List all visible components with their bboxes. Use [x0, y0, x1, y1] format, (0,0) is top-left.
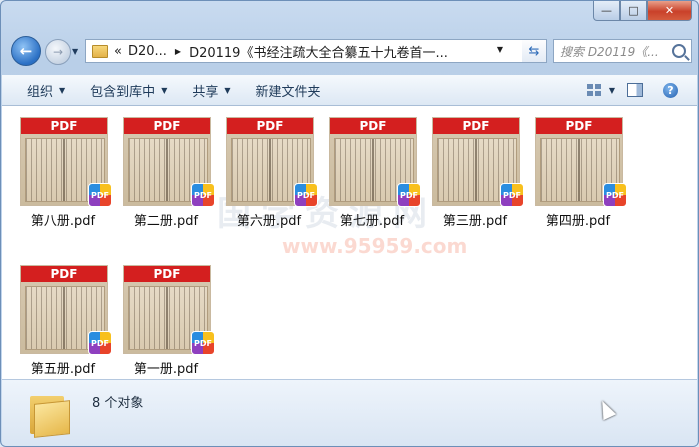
thumb-label: PDF	[330, 118, 416, 134]
address-bar[interactable]: « D20... ▶ D20119《书经注疏大全合纂五十九卷首一... ▼	[85, 39, 524, 63]
search-input[interactable]: 搜索 D20119《...	[560, 43, 668, 60]
chevron-right-icon[interactable]: ▶	[175, 47, 181, 56]
file-name: 第八册.pdf	[30, 214, 96, 229]
details-pane: 8 个对象	[2, 379, 697, 446]
pdf-app-icon: PDF	[88, 331, 112, 355]
include-in-library-menu[interactable]: 包含到库中 ▼	[90, 81, 167, 100]
file-item[interactable]: PDF PDF 第七册.pdf	[327, 115, 421, 237]
pdf-app-icon: PDF	[191, 183, 215, 207]
pdf-app-icon: PDF	[397, 183, 421, 207]
file-item[interactable]: PDF PDF 第一册.pdf	[121, 263, 215, 379]
toolbar-right: ▼ ?	[586, 75, 697, 105]
chevron-down-icon: ▼	[59, 85, 66, 95]
chevron-down-icon: ▼	[161, 85, 168, 95]
breadcrumb-current[interactable]: D20119《书经注疏大全合纂五十九卷首一...	[189, 42, 448, 61]
recent-pages-button[interactable]: ▼	[72, 47, 78, 56]
refresh-button[interactable]: ⇆	[522, 39, 547, 63]
thumb-label: PDF	[21, 118, 107, 134]
share-label: 共享	[192, 84, 219, 100]
close-button[interactable]: ✕	[647, 1, 692, 21]
pdf-app-icon: PDF	[603, 183, 627, 207]
include-in-library-label: 包含到库中	[90, 84, 156, 100]
folder-icon	[92, 44, 108, 58]
item-count: 8 个对象	[92, 396, 144, 411]
chevron-down-icon: ▼	[224, 85, 231, 95]
folder-icon	[30, 392, 70, 438]
breadcrumb-parent[interactable]: D20...	[128, 44, 167, 59]
explorer-window: — □ ✕ ← → ▼ « D20... ▶ D20119《书经注疏大全合纂五十…	[0, 0, 699, 447]
new-folder-label: 新建文件夹	[255, 84, 321, 100]
refresh-icon: ⇆	[528, 43, 540, 59]
minimize-button[interactable]: —	[593, 1, 620, 21]
organize-label: 组织	[27, 84, 54, 100]
organize-menu[interactable]: 组织 ▼	[27, 81, 65, 100]
pdf-app-icon: PDF	[88, 183, 112, 207]
chevron-down-icon[interactable]: ▼	[609, 86, 615, 95]
file-item[interactable]: PDF PDF 第六册.pdf	[224, 115, 318, 237]
file-name: 第七册.pdf	[339, 214, 405, 229]
arrow-right-icon: →	[52, 45, 64, 59]
help-icon[interactable]: ?	[663, 82, 678, 98]
maximize-button[interactable]: □	[620, 1, 647, 21]
file-item[interactable]: PDF PDF 第八册.pdf	[18, 115, 112, 237]
thumb-label: PDF	[433, 118, 519, 134]
file-name: 第四册.pdf	[545, 214, 611, 229]
search-icon[interactable]	[672, 44, 686, 58]
file-item[interactable]: PDF PDF 第三册.pdf	[430, 115, 524, 237]
pdf-app-icon: PDF	[191, 331, 215, 355]
caption-buttons: — □ ✕	[593, 1, 692, 21]
file-name: 第二册.pdf	[133, 214, 199, 229]
thumb-label: PDF	[124, 266, 210, 282]
address-dropdown-icon[interactable]: ▼	[497, 45, 503, 54]
share-menu[interactable]: 共享 ▼	[192, 81, 230, 100]
pdf-app-icon: PDF	[294, 183, 318, 207]
file-name: 第六册.pdf	[236, 214, 302, 229]
thumb-label: PDF	[227, 118, 313, 134]
chevron-down-icon: ▼	[72, 47, 79, 56]
navigation-bar: ← → ▼ « D20... ▶ D20119《书经注疏大全合纂五十九卷首一..…	[9, 35, 692, 66]
file-item[interactable]: PDF PDF 第二册.pdf	[121, 115, 215, 237]
preview-pane-icon[interactable]	[627, 83, 643, 97]
breadcrumb-overflow[interactable]: «	[114, 44, 122, 59]
search-box[interactable]: 搜索 D20119《...	[553, 39, 692, 63]
thumb-label: PDF	[21, 266, 107, 282]
new-folder-button[interactable]: 新建文件夹	[256, 81, 321, 100]
thumb-label: PDF	[536, 118, 622, 134]
file-list: 国学资源网 www.95959.com PDF PDF 第八册.pdf PDF …	[2, 106, 697, 379]
view-options-icon[interactable]	[586, 84, 601, 96]
file-name: 第三册.pdf	[442, 214, 508, 229]
forward-button[interactable]: →	[45, 39, 71, 65]
file-name: 第一册.pdf	[133, 362, 199, 377]
thumb-label: PDF	[124, 118, 210, 134]
back-button[interactable]: ←	[11, 36, 41, 66]
pdf-app-icon: PDF	[500, 183, 524, 207]
file-name: 第五册.pdf	[30, 362, 96, 377]
command-bar: 组织 ▼ 包含到库中 ▼ 共享 ▼ 新建文件夹 ▼ ?	[2, 75, 697, 106]
watermark-url: www.95959.com	[282, 234, 468, 258]
file-item[interactable]: PDF PDF 第五册.pdf	[18, 263, 112, 379]
file-item[interactable]: PDF PDF 第四册.pdf	[533, 115, 627, 237]
arrow-left-icon: ←	[19, 42, 33, 60]
